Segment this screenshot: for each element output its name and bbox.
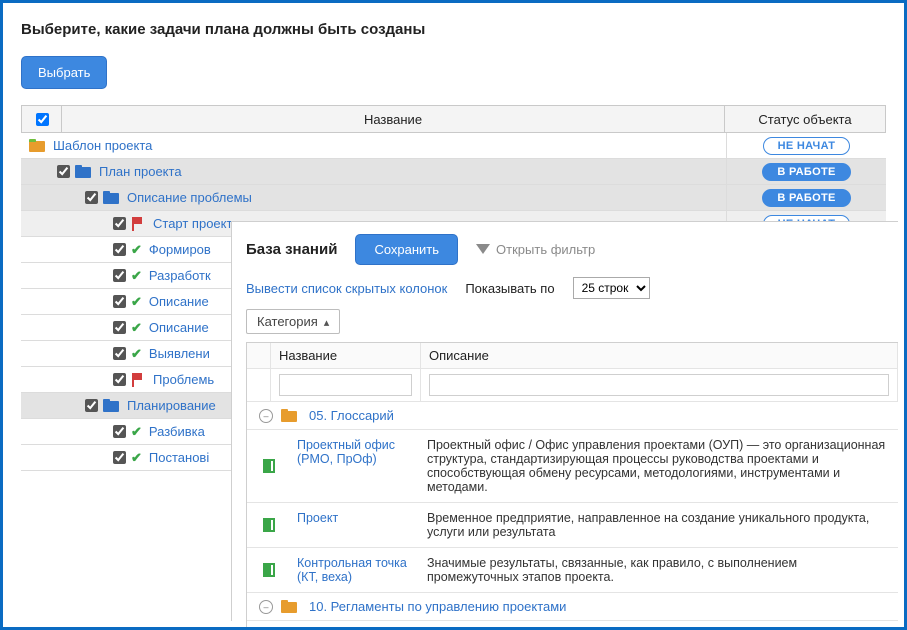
kb-item-desc: Описывает правила работы с проектами в к… bbox=[421, 621, 898, 630]
folder-icon bbox=[103, 399, 119, 412]
check-icon bbox=[131, 242, 145, 258]
status-badge: В РАБОТЕ bbox=[762, 189, 850, 207]
node-plan[interactable]: План проекта bbox=[99, 164, 182, 179]
select-all-checkbox[interactable] bbox=[36, 113, 49, 126]
kb-item-name[interactable]: Проектный офис (PMO, ПрОф) bbox=[291, 430, 421, 502]
filter-icon bbox=[476, 242, 490, 257]
node-problem-desc[interactable]: Описание проблемы bbox=[127, 190, 252, 205]
node-leaf[interactable]: Формиров bbox=[149, 242, 211, 257]
row-checkbox[interactable] bbox=[85, 191, 98, 204]
kb-col-desc: Описание bbox=[421, 343, 898, 368]
row-checkbox[interactable] bbox=[57, 165, 70, 178]
select-button[interactable]: Выбрать bbox=[21, 56, 107, 89]
category-sort-tag[interactable]: Категория bbox=[246, 309, 340, 334]
kb-item-desc: Значимые результаты, связанные, как прав… bbox=[421, 548, 898, 592]
show-per-label: Показывать по bbox=[465, 281, 554, 296]
flag-icon bbox=[131, 373, 145, 387]
row-checkbox[interactable] bbox=[113, 217, 126, 230]
row-checkbox[interactable] bbox=[113, 347, 126, 360]
kb-title: База знаний bbox=[246, 241, 337, 258]
filter-desc-input[interactable] bbox=[429, 374, 889, 396]
node-leaf[interactable]: Проблемь bbox=[153, 372, 214, 387]
kb-item-name[interactable]: Проект bbox=[291, 503, 421, 547]
template-folder-icon bbox=[29, 139, 45, 152]
folder-icon bbox=[75, 165, 91, 178]
folder-icon bbox=[103, 191, 119, 204]
status-badge: В РАБОТЕ bbox=[762, 163, 850, 181]
collapse-group-icon[interactable]: – bbox=[259, 409, 273, 423]
node-leaf[interactable]: Разработк bbox=[149, 268, 211, 283]
kb-item-desc: Временное предприятие, направленное на с… bbox=[421, 503, 898, 547]
kb-item-name[interactable]: Контрольная точка (КТ, веха) bbox=[291, 548, 421, 592]
node-leaf[interactable]: Выявлени bbox=[149, 346, 210, 361]
row-checkbox[interactable] bbox=[113, 373, 126, 386]
book-icon bbox=[263, 459, 275, 473]
col-name-header: Название bbox=[62, 106, 725, 132]
row-checkbox[interactable] bbox=[113, 451, 126, 464]
col-status-header: Статус объекта bbox=[725, 106, 885, 132]
node-leaf[interactable]: Постанові bbox=[149, 450, 209, 465]
row-checkbox[interactable] bbox=[85, 399, 98, 412]
folder-icon bbox=[281, 600, 297, 613]
kb-group-name[interactable]: 05. Глоссарий bbox=[309, 408, 394, 423]
row-checkbox[interactable] bbox=[113, 295, 126, 308]
rows-per-page-select[interactable]: 25 строк bbox=[573, 277, 650, 299]
kb-table: Название Описание – 05. Глоссарий Проект… bbox=[246, 342, 898, 630]
check-icon bbox=[131, 424, 145, 440]
row-checkbox[interactable] bbox=[113, 269, 126, 282]
book-icon bbox=[263, 563, 275, 577]
open-filter-button[interactable]: Открыть фильтр bbox=[476, 242, 595, 257]
knowledge-base-panel: База знаний Сохранить Открыть фильтр Выв… bbox=[231, 221, 898, 621]
flag-icon bbox=[131, 217, 145, 231]
check-icon bbox=[131, 294, 145, 310]
page-title: Выберите, какие задачи плана должны быть… bbox=[21, 21, 886, 38]
check-icon bbox=[131, 450, 145, 466]
row-checkbox[interactable] bbox=[113, 243, 126, 256]
check-icon bbox=[131, 320, 145, 336]
kb-item-name[interactable]: Стандарт КСУП bbox=[291, 621, 421, 630]
kb-col-name: Название bbox=[271, 343, 421, 368]
node-template[interactable]: Шаблон проекта bbox=[53, 138, 152, 153]
status-badge: НЕ НАЧАТ bbox=[763, 137, 851, 155]
node-leaf[interactable]: Описание bbox=[149, 294, 209, 309]
show-hidden-columns-link[interactable]: Вывести список скрытых колонок bbox=[246, 281, 447, 296]
node-leaf[interactable]: Разбивка bbox=[149, 424, 205, 439]
kb-item-desc: Проектный офис / Офис управления проекта… bbox=[421, 430, 898, 502]
row-checkbox[interactable] bbox=[113, 321, 126, 334]
node-start[interactable]: Старт проекта bbox=[153, 216, 240, 231]
check-icon bbox=[131, 268, 145, 284]
save-button[interactable]: Сохранить bbox=[355, 234, 458, 265]
category-sort-label: Категория bbox=[257, 314, 318, 329]
node-planning[interactable]: Планирование bbox=[127, 398, 216, 413]
kb-group-name[interactable]: 10. Регламенты по управлению проектами bbox=[309, 599, 566, 614]
check-icon bbox=[131, 346, 145, 362]
row-checkbox[interactable] bbox=[113, 425, 126, 438]
open-filter-label: Открыть фильтр bbox=[496, 242, 595, 257]
sort-asc-icon bbox=[324, 314, 330, 329]
folder-icon bbox=[281, 409, 297, 422]
filter-name-input[interactable] bbox=[279, 374, 412, 396]
book-icon bbox=[263, 518, 275, 532]
collapse-group-icon[interactable]: – bbox=[259, 600, 273, 614]
node-leaf[interactable]: Описание bbox=[149, 320, 209, 335]
